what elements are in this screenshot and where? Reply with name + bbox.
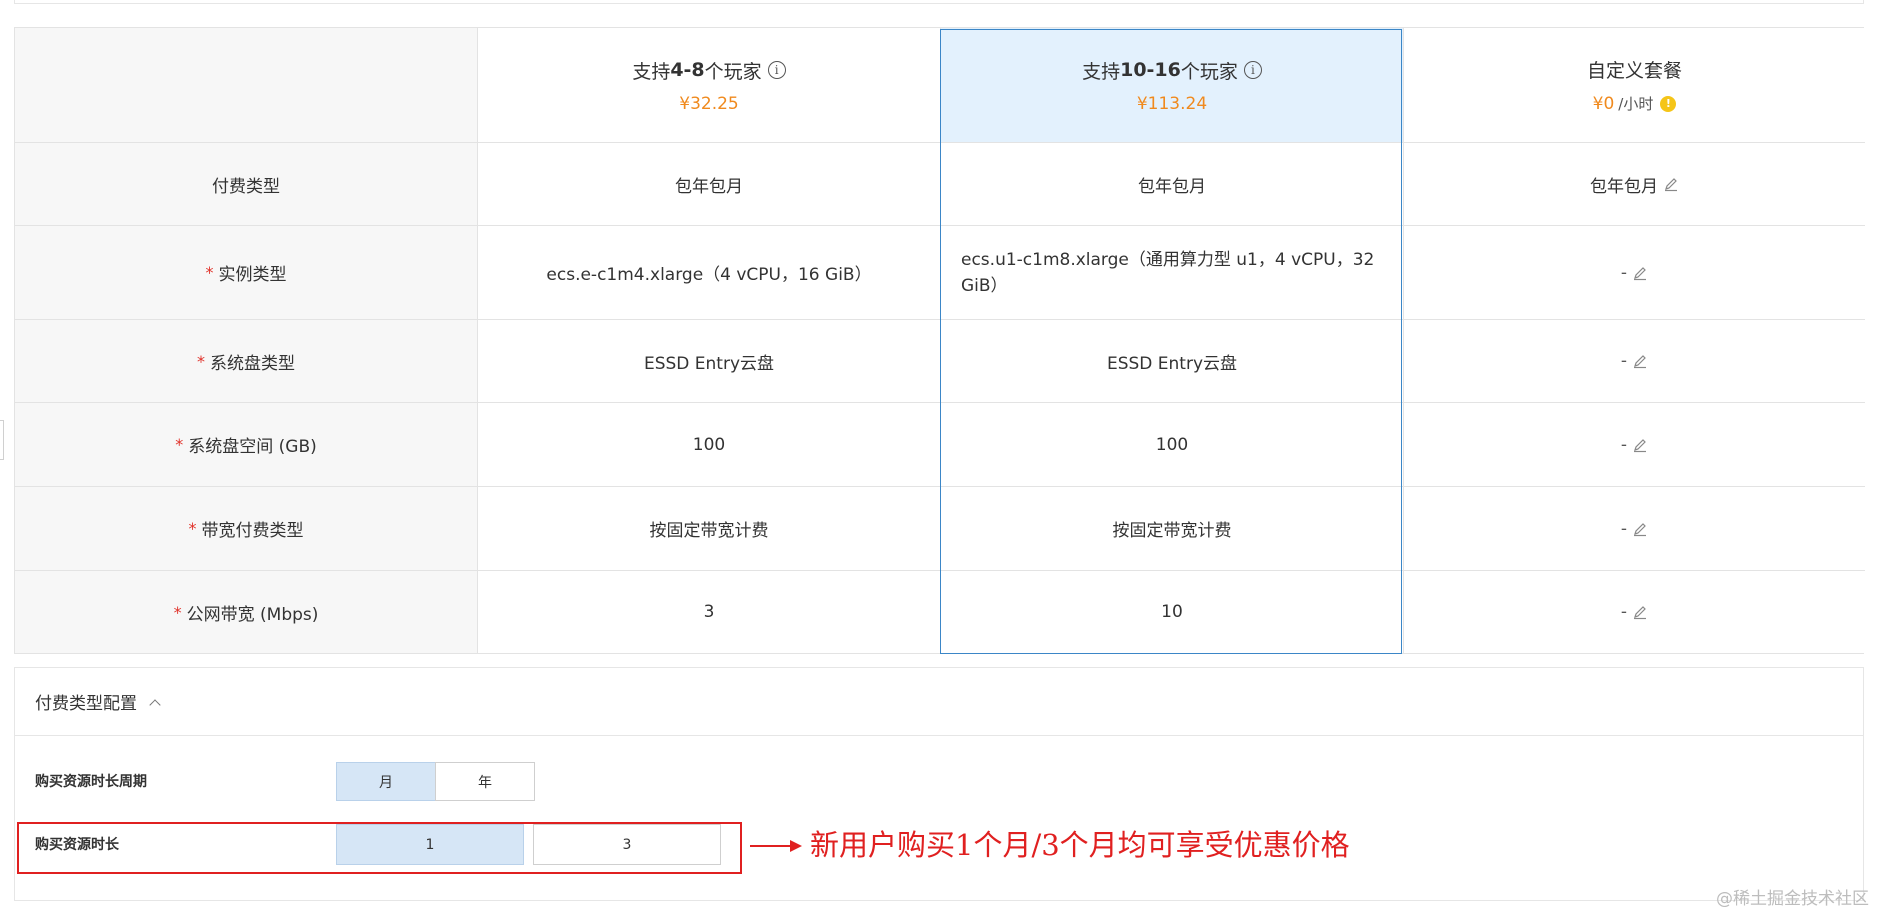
edit-icon[interactable] (1632, 521, 1648, 537)
pay-config-header[interactable]: 付费类型配置 (15, 668, 1863, 736)
cell-bandwidth-billing-plan2: 按固定带宽计费 (941, 487, 1404, 571)
side-collapse-tab[interactable] (0, 420, 4, 460)
cell-disk-size-plan2: 100 (941, 403, 1404, 487)
cell-instance-type-plan2: ecs.u1-c1m8.xlarge（通用算力型 u1，4 vCPU，32 Gi… (941, 226, 1404, 320)
period-option-month[interactable]: 月 (336, 762, 436, 801)
plan-header-custom[interactable]: 自定义套餐 ¥0 /小时 ! (1404, 28, 1865, 143)
cell-disk-size-plan1: 100 (478, 403, 941, 487)
cell-disk-size-custom: - (1404, 403, 1865, 487)
row-label-disk-size: * 系统盘空间 (GB) (15, 403, 478, 487)
cell-bandwidth-billing-plan1: 按固定带宽计费 (478, 487, 941, 571)
info-icon[interactable]: i (1243, 61, 1262, 79)
chevron-up-icon[interactable] (149, 698, 161, 711)
info-icon[interactable]: i (767, 61, 786, 79)
cell-pay-type-custom: 包年包月 (1404, 143, 1865, 226)
cell-instance-type-custom: - (1404, 226, 1865, 320)
row-label-pay-type: 付费类型 (15, 143, 478, 226)
period-option-year[interactable]: 年 (435, 762, 535, 801)
period-label: 购买资源时长周期 (35, 774, 147, 790)
edit-icon[interactable] (1632, 265, 1648, 281)
cell-bandwidth-custom: - (1404, 571, 1865, 653)
plan-header-4-8[interactable]: 支持 4-8 个玩家 i ¥32.25 (478, 28, 941, 143)
cell-bandwidth-plan1: 3 (478, 571, 941, 653)
edit-icon[interactable] (1632, 604, 1648, 620)
row-label-bandwidth: * 公网带宽 (Mbps) (15, 571, 478, 653)
header-corner-cell (15, 28, 478, 143)
top-panel-edge (14, 0, 1864, 4)
cell-disk-type-custom: - (1404, 320, 1865, 403)
cell-instance-type-plan1: ecs.e-c1m4.xlarge（4 vCPU，16 GiB） (478, 226, 941, 320)
edit-icon[interactable] (1632, 353, 1648, 369)
plan-price: ¥0 /小时 ! (1593, 93, 1677, 114)
plan-price: ¥113.24 (1136, 93, 1208, 114)
row-label-instance-type: * 实例类型 (15, 226, 478, 320)
annotation-highlight-box (17, 822, 742, 874)
plan-name: 支持 4-8 个玩家 i (632, 57, 786, 84)
edit-icon[interactable] (1663, 176, 1679, 192)
cell-bandwidth-plan2: 10 (941, 571, 1404, 653)
watermark: @稀土掘金技术社区 (1716, 889, 1869, 909)
plan-name: 支持 10-16 个玩家 i (1082, 57, 1262, 84)
row-label-disk-type: * 系统盘类型 (15, 320, 478, 403)
cell-disk-type-plan2: ESSD Entry云盘 (941, 320, 1404, 403)
cell-bandwidth-billing-custom: - (1404, 487, 1865, 571)
cell-pay-type-plan2: 包年包月 (941, 143, 1404, 226)
plan-price: ¥32.25 (679, 93, 739, 114)
cell-disk-type-plan1: ESSD Entry云盘 (478, 320, 941, 403)
annotation-arrow-head (790, 840, 802, 852)
annotation-text: 新用户购买1个月/3个月均可享受优惠价格 (810, 828, 1350, 862)
warning-icon[interactable]: ! (1660, 95, 1677, 112)
cell-pay-type-plan1: 包年包月 (478, 143, 941, 226)
edit-icon[interactable] (1632, 437, 1648, 453)
plan-header-10-16[interactable]: 支持 10-16 个玩家 i ¥113.24 (941, 28, 1404, 143)
plan-spec-table: 支持 4-8 个玩家 i ¥32.25 支持 10-16 个玩家 i ¥113.24 自… (14, 27, 1865, 654)
annotation-arrow (750, 845, 794, 847)
plan-name: 自定义套餐 (1586, 60, 1682, 82)
row-label-bandwidth-billing: * 带宽付费类型 (15, 487, 478, 571)
